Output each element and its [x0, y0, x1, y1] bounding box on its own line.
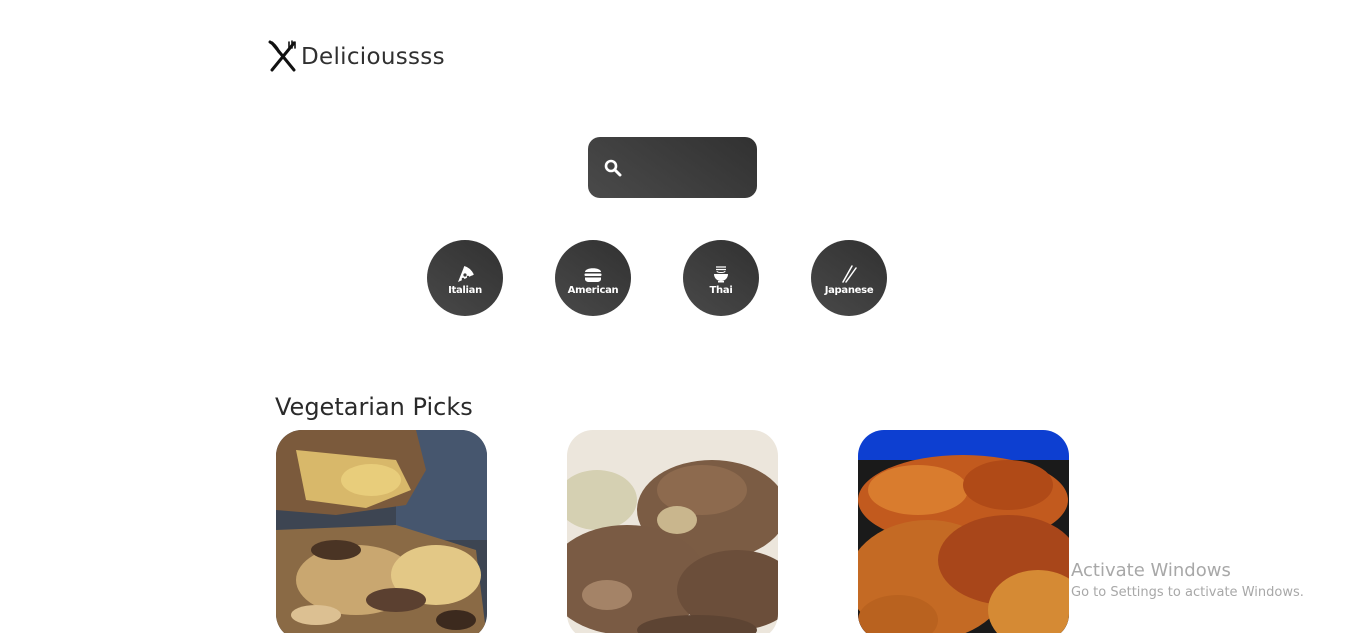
- category-label: American: [567, 284, 619, 296]
- category-label: Japanese: [824, 284, 874, 296]
- food-photo-veggie-patties: [567, 430, 778, 633]
- burger-icon: [584, 267, 602, 282]
- search-bar[interactable]: [588, 137, 757, 198]
- watermark-title: Activate Windows: [1071, 560, 1231, 581]
- recipe-card[interactable]: [567, 430, 778, 633]
- fork-knife-icon: [268, 40, 296, 72]
- logo-link[interactable]: Delicioussss: [268, 40, 445, 73]
- category-american[interactable]: American: [555, 240, 631, 316]
- food-photo-cheesy-flatbread: [276, 430, 487, 633]
- chopsticks-icon: [842, 264, 857, 283]
- recipe-card[interactable]: [858, 430, 1069, 633]
- noodle-bowl-icon: [714, 265, 728, 282]
- section-title: Vegetarian Picks: [275, 393, 473, 421]
- food-photo-fried-fritters: [858, 430, 1069, 633]
- search-icon: [604, 159, 622, 177]
- watermark-subtitle: Go to Settings to activate Windows.: [1071, 585, 1304, 600]
- logo-text: Delicioussss: [301, 43, 445, 70]
- category-japanese[interactable]: Japanese: [811, 240, 887, 316]
- category-italian[interactable]: Italian: [427, 240, 503, 316]
- pizza-icon: [458, 265, 474, 282]
- category-label: Thai: [709, 284, 733, 296]
- activation-watermark: Activate Windows Go to Settings to activ…: [1071, 560, 1304, 602]
- category-list: Italian American Thai Japanese: [427, 240, 897, 316]
- category-label: Italian: [448, 284, 482, 296]
- search-input[interactable]: [632, 152, 746, 186]
- recipe-card[interactable]: [276, 430, 487, 633]
- page: Delicioussss Italian American Thai Japan…: [0, 0, 1347, 633]
- category-thai[interactable]: Thai: [683, 240, 759, 316]
